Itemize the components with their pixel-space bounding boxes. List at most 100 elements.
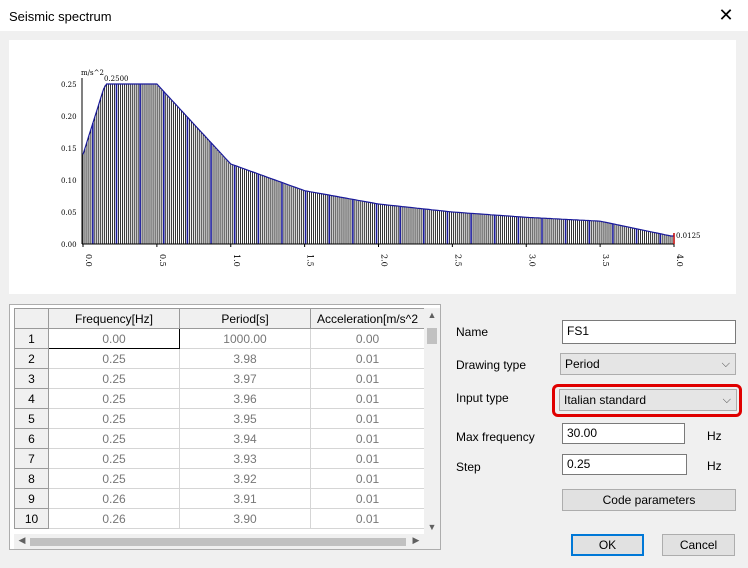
y-tick-label: 0.05 xyxy=(61,209,77,217)
y-axis-unit-label: m/s^2 xyxy=(81,69,104,77)
x-tick-label: 3.5 xyxy=(601,254,610,267)
period-cell[interactable]: 3.94 xyxy=(179,428,311,449)
x-tick-label: 1.0 xyxy=(232,254,241,267)
frequency-cell[interactable]: 0.00 xyxy=(48,328,180,349)
x-tick-label: 1.5 xyxy=(306,254,315,267)
table-row[interactable]: 5 0.25 3.95 0.01 xyxy=(14,408,425,429)
name-value: FS1 xyxy=(567,324,590,338)
table-row[interactable]: 6 0.25 3.94 0.01 xyxy=(14,428,425,449)
vertical-scrollbar[interactable]: ▲ ▼ xyxy=(424,308,440,534)
x-tick-label: 4.0 xyxy=(675,254,684,267)
step-input[interactable]: 0.25 xyxy=(562,454,687,475)
acceleration-cell[interactable]: 0.00 xyxy=(310,328,425,349)
acceleration-cell[interactable]: 0.01 xyxy=(310,368,425,389)
acceleration-cell[interactable]: 0.01 xyxy=(310,508,425,529)
y-tick-label: 0.25 xyxy=(61,81,77,89)
row-number-cell: 4 xyxy=(14,388,49,409)
period-cell[interactable]: 3.92 xyxy=(179,468,311,489)
frequency-cell[interactable]: 0.25 xyxy=(48,428,180,449)
acceleration-cell[interactable]: 0.01 xyxy=(310,408,425,429)
column-header-period[interactable]: Period[s] xyxy=(179,308,311,329)
horizontal-scrollbar[interactable]: ◀ ▶ xyxy=(14,534,424,549)
row-number-cell: 8 xyxy=(14,468,49,489)
period-cell[interactable]: 1000.00 xyxy=(179,328,311,349)
table-row[interactable]: 8 0.25 3.92 0.01 xyxy=(14,468,425,489)
input-type-highlight xyxy=(552,384,742,417)
y-tick-label: 0.10 xyxy=(61,177,77,185)
row-number-cell: 1 xyxy=(14,328,49,349)
row-number-cell: 6 xyxy=(14,428,49,449)
acceleration-cell[interactable]: 0.01 xyxy=(310,468,425,489)
chevron-down-icon: ⌵ xyxy=(721,358,730,370)
table-row[interactable]: 3 0.25 3.97 0.01 xyxy=(14,368,425,389)
column-header-acceleration[interactable]: Acceleration[m/s^2 xyxy=(310,308,425,329)
max-frequency-value: 30.00 xyxy=(567,426,598,440)
x-tick-label: 2.0 xyxy=(380,254,389,267)
table-header-row: Frequency[Hz] Period[s] Acceleration[m/s… xyxy=(14,308,425,329)
scrollbar-corner xyxy=(424,534,440,549)
acceleration-cell[interactable]: 0.01 xyxy=(310,348,425,369)
period-cell[interactable]: 3.91 xyxy=(179,488,311,509)
frequency-cell[interactable]: 0.26 xyxy=(48,508,180,529)
name-input[interactable]: FS1 xyxy=(562,320,736,344)
cancel-button[interactable]: Cancel xyxy=(662,534,735,556)
scroll-down-icon[interactable]: ▼ xyxy=(424,522,440,532)
table-row[interactable]: 2 0.25 3.98 0.01 xyxy=(14,348,425,369)
peak-value-label: 0.2500 xyxy=(104,75,129,83)
frequency-cell[interactable]: 0.25 xyxy=(48,388,180,409)
table-row[interactable]: 7 0.25 3.93 0.01 xyxy=(14,448,425,469)
step-value: 0.25 xyxy=(567,457,591,471)
frequency-cell[interactable]: 0.25 xyxy=(48,448,180,469)
x-tick-label: 2.5 xyxy=(453,254,462,267)
frequency-cell[interactable]: 0.25 xyxy=(48,368,180,389)
acceleration-cell[interactable]: 0.01 xyxy=(310,448,425,469)
period-cell[interactable]: 3.98 xyxy=(179,348,311,369)
drawing-type-value: Period xyxy=(565,357,600,371)
frequency-cell[interactable]: 0.25 xyxy=(48,348,180,369)
close-icon[interactable]: ✕ xyxy=(714,4,738,26)
code-parameters-button[interactable]: Code parameters xyxy=(562,489,736,511)
x-tick-label: 0.5 xyxy=(158,254,167,267)
row-number-cell: 2 xyxy=(14,348,49,369)
period-cell[interactable]: 3.97 xyxy=(179,368,311,389)
ok-button[interactable]: OK xyxy=(571,534,644,556)
acceleration-cell[interactable]: 0.01 xyxy=(310,488,425,509)
vertical-scroll-thumb[interactable] xyxy=(427,328,437,344)
period-cell[interactable]: 3.93 xyxy=(179,448,311,469)
spectrum-chart-svg: 0.00 0.05 0.10 0.15 0.20 0.25 0.0 0.5 1.0 1.5 2.0 2… xyxy=(61,69,701,267)
frequency-cell[interactable]: 0.25 xyxy=(48,468,180,489)
row-header-corner xyxy=(14,308,49,329)
drawing-type-label: Drawing type xyxy=(456,358,527,372)
row-number-cell: 9 xyxy=(14,488,49,509)
spectrum-table[interactable]: Frequency[Hz] Period[s] Acceleration[m/s… xyxy=(9,304,441,550)
table-row[interactable]: 1 0.00 1000.00 0.00 xyxy=(14,328,425,349)
table-row[interactable]: 10 0.26 3.90 0.01 xyxy=(14,508,425,529)
frequency-cell[interactable]: 0.25 xyxy=(48,408,180,429)
table-row[interactable]: 4 0.25 3.96 0.01 xyxy=(14,388,425,409)
x-tick-label: 3.0 xyxy=(527,254,536,267)
column-header-frequency[interactable]: Frequency[Hz] xyxy=(48,308,180,329)
drawing-type-select[interactable]: Period ⌵ xyxy=(560,353,736,375)
acceleration-cell[interactable]: 0.01 xyxy=(310,388,425,409)
period-cell[interactable]: 3.90 xyxy=(179,508,311,529)
table-row[interactable]: 9 0.26 3.91 0.01 xyxy=(14,488,425,509)
acceleration-cell[interactable]: 0.01 xyxy=(310,428,425,449)
x-tick-label: 0.0 xyxy=(84,254,93,267)
spectrum-chart: 0.00 0.05 0.10 0.15 0.20 0.25 0.0 0.5 1.0 1.5 2.0 2… xyxy=(9,40,736,294)
row-number-cell: 10 xyxy=(14,508,49,529)
max-frequency-input[interactable]: 30.00 xyxy=(562,423,685,444)
input-type-label: Input type xyxy=(456,391,509,405)
title-bar: Seismic spectrum ✕ xyxy=(0,0,748,31)
name-label: Name xyxy=(456,325,489,339)
scroll-left-icon[interactable]: ◀ xyxy=(14,535,30,546)
horizontal-scroll-thumb[interactable] xyxy=(30,538,406,546)
row-number-cell: 5 xyxy=(14,408,49,429)
scroll-right-icon[interactable]: ▶ xyxy=(408,535,424,546)
frequency-cell[interactable]: 0.26 xyxy=(48,488,180,509)
period-cell[interactable]: 3.95 xyxy=(179,408,311,429)
row-number-cell: 3 xyxy=(14,368,49,389)
max-frequency-unit: Hz xyxy=(707,429,722,443)
step-unit: Hz xyxy=(707,459,722,473)
period-cell[interactable]: 3.96 xyxy=(179,388,311,409)
scroll-up-icon[interactable]: ▲ xyxy=(424,310,440,320)
